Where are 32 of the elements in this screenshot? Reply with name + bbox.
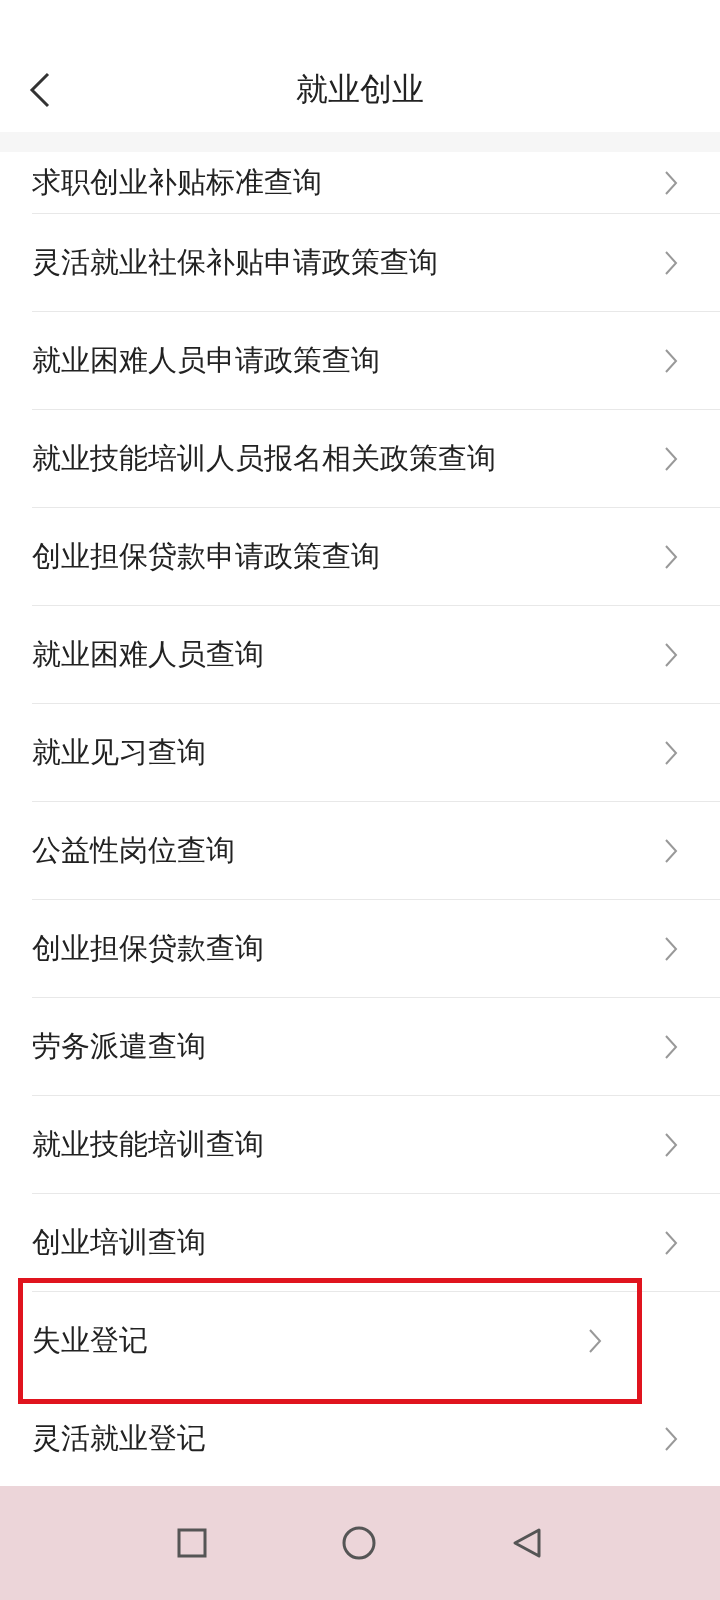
list-item[interactable]: 创业培训查询 [32,1194,720,1292]
chevron-right-icon [664,169,678,196]
list-item[interactable]: 就业技能培训查询 [32,1096,720,1194]
list-item[interactable]: 失业登记 [32,1292,602,1390]
list-item[interactable]: 就业困难人员申请政策查询 [32,312,720,410]
chevron-right-icon [664,1229,678,1256]
chevron-right-icon [588,1328,602,1354]
back-nav-icon[interactable] [511,1527,543,1559]
list-item[interactable]: 就业见习查询 [32,704,720,802]
chevron-right-icon [664,1033,678,1060]
list-item[interactable]: 求职创业补贴标准查询 [32,152,720,214]
chevron-right-icon [664,641,678,668]
chevron-right-icon [664,445,678,472]
chevron-right-icon [664,1131,678,1158]
recent-apps-icon[interactable] [177,1528,207,1558]
chevron-right-icon [664,837,678,864]
list-item[interactable]: 创业担保贷款申请政策查询 [32,508,720,606]
chevron-right-icon [664,1425,678,1452]
list-item[interactable]: 创业担保贷款查询 [32,900,720,998]
chevron-right-icon [664,935,678,962]
list-item[interactable]: 就业技能培训人员报名相关政策查询 [32,410,720,508]
list-item[interactable]: 劳务派遣查询 [32,998,720,1096]
chevron-right-icon [664,543,678,570]
chevron-right-icon [664,249,678,276]
list-item[interactable]: 灵活就业社保补贴申请政策查询 [32,214,720,312]
list-item[interactable]: 就业困难人员查询 [32,606,720,704]
chevron-right-icon [664,347,678,374]
list-item[interactable]: 公益性岗位查询 [32,802,720,900]
page-title: 就业创业 [296,69,424,110]
chevron-right-icon [664,739,678,766]
home-icon[interactable] [341,1525,377,1561]
back-icon[interactable] [28,72,52,108]
